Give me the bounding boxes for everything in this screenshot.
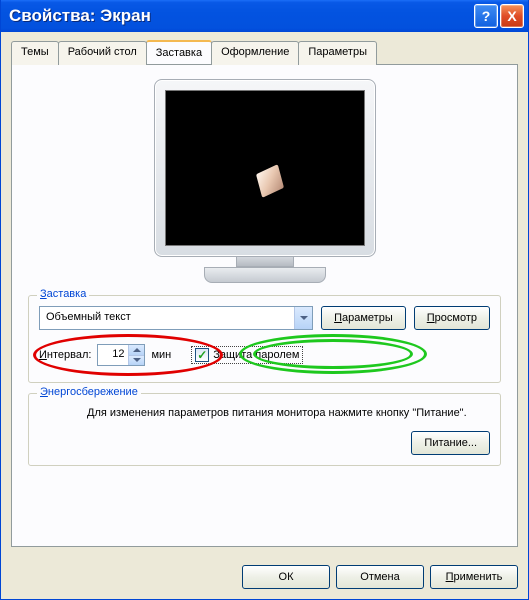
spinner-buttons: [128, 345, 144, 365]
monitor-screen: [165, 90, 365, 246]
power-button[interactable]: Питание...: [411, 431, 490, 455]
monitor-bezel: [154, 79, 376, 257]
help-button[interactable]: ?: [474, 4, 498, 28]
cancel-button[interactable]: Отмена: [336, 565, 424, 589]
tab-themes[interactable]: Темы: [11, 41, 59, 65]
energy-group: Энергосбережение Для изменения параметро…: [28, 393, 501, 466]
screensaver-params-button[interactable]: Параметры: [321, 306, 406, 330]
titlebar: Свойства: Экран ? X: [1, 0, 528, 32]
chevron-down-icon: [133, 356, 141, 364]
display-properties-window: Свойства: Экран ? X Темы Рабочий стол За…: [0, 0, 529, 600]
password-protect-checkbox[interactable]: ✓: [195, 348, 209, 362]
close-button[interactable]: X: [500, 4, 524, 28]
screensaver-group: Заставка Объемный текст Параметры Просмо…: [28, 295, 501, 383]
monitor-preview: [28, 79, 501, 283]
checkmark-icon: ✓: [197, 349, 207, 361]
screensaver-combobox-value: Объемный текст: [40, 307, 294, 329]
screensaver-preview-button[interactable]: Просмотр: [414, 306, 490, 330]
monitor-base: [204, 267, 326, 283]
spinner-down-button[interactable]: [129, 355, 144, 366]
tabs-row: Темы Рабочий стол Заставка Оформление Па…: [11, 40, 518, 64]
interval-spinner[interactable]: 12: [97, 344, 145, 366]
screensaver-select-row: Объемный текст Параметры Просмотр: [39, 306, 490, 330]
tab-settings[interactable]: Параметры: [298, 41, 377, 65]
close-icon: X: [507, 8, 516, 24]
tab-panel-screensaver: Заставка Объемный текст Параметры Просмо…: [11, 64, 518, 547]
window-title: Свойства: Экран: [9, 6, 474, 26]
monitor-neck: [236, 257, 294, 267]
password-protect-checkbox-wrap[interactable]: ✓ Защита паролем: [191, 346, 303, 364]
screensaver-combobox[interactable]: Объемный текст: [39, 306, 313, 330]
dialog-buttons: ОК Отмена Применить: [1, 557, 528, 599]
tab-screensaver[interactable]: Заставка: [146, 40, 212, 64]
password-protect-label: Защита паролем: [213, 349, 299, 361]
spinner-up-button[interactable]: [129, 345, 144, 355]
energy-body: Для изменения параметров питания монитор…: [39, 404, 490, 455]
screensaver-object-icon: [255, 164, 283, 198]
interval-row: Интервал: 12 мин: [39, 344, 490, 366]
content-area: Темы Рабочий стол Заставка Оформление Па…: [1, 32, 528, 557]
combobox-dropdown-button[interactable]: [294, 307, 312, 329]
screensaver-legend: Заставка: [37, 288, 89, 300]
apply-button[interactable]: Применить: [430, 565, 518, 589]
chevron-down-icon: [300, 314, 308, 322]
chevron-up-icon: [133, 346, 141, 354]
interval-unit: мин: [151, 349, 171, 361]
titlebar-buttons: ? X: [474, 4, 524, 28]
tab-desktop[interactable]: Рабочий стол: [58, 41, 147, 65]
energy-legend: Энергосбережение: [37, 386, 141, 398]
interval-value: 12: [98, 345, 128, 365]
energy-description: Для изменения параметров питания монитор…: [39, 406, 490, 421]
energy-text-col: Для изменения параметров питания монитор…: [39, 404, 490, 455]
help-icon: ?: [482, 8, 491, 24]
ok-button[interactable]: ОК: [242, 565, 330, 589]
energy-button-row: Питание...: [39, 431, 490, 455]
monitor: [154, 79, 376, 283]
interval-label: Интервал:: [39, 349, 91, 361]
tab-appearance[interactable]: Оформление: [211, 41, 299, 65]
